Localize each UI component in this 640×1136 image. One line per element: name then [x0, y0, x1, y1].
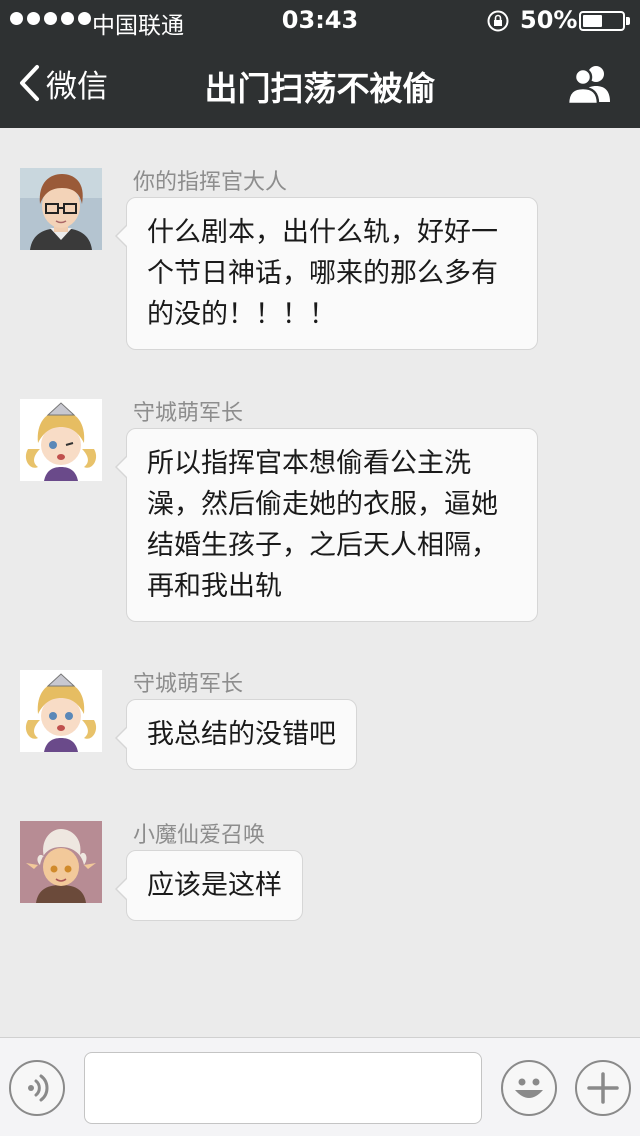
blonde-girl-avatar — [20, 399, 102, 481]
sender-name: 守城萌军长 — [133, 401, 244, 426]
emoji-icon — [515, 1078, 543, 1098]
plus-icon — [587, 1072, 619, 1104]
message-bubble[interactable]: 所以指挥官本想偷看公主洗澡，然后偷走她的衣服，逼她结婚生孩子，之后天人相隔，再和… — [115, 428, 538, 622]
commander-avatar — [20, 168, 102, 250]
message-bubble[interactable]: 什么剧本，出什么轨，好好一个节日神话，哪来的那么多有的没的！！！！ — [115, 197, 538, 350]
navigation-bar: 微信 出门扫荡不被偷 — [0, 40, 640, 128]
top-bar: 中国联通 03:43 50% 微信 出门扫荡不被偷 — [0, 0, 640, 128]
battery-icon — [579, 11, 630, 31]
emoji-button[interactable] — [501, 1060, 557, 1116]
avatar[interactable] — [20, 399, 102, 481]
sender-name: 守城萌军长 — [133, 672, 244, 697]
avatar[interactable] — [20, 821, 102, 903]
message-bubble[interactable]: 应该是这样 — [115, 850, 303, 921]
chat-title: 出门扫荡不被偷 — [204, 69, 436, 108]
avatar[interactable] — [20, 670, 102, 752]
voice-button[interactable] — [9, 1060, 65, 1116]
input-bar — [0, 1037, 640, 1136]
avatar[interactable] — [20, 168, 102, 250]
chat-members-icon[interactable] — [566, 62, 614, 106]
blonde-girl-avatar — [20, 670, 102, 752]
battery-percent: 50% — [520, 6, 578, 34]
sender-name: 你的指挥官大人 — [133, 170, 288, 195]
fairy-boy-avatar — [20, 821, 102, 903]
rotation-lock-icon — [487, 10, 509, 32]
message-bubble[interactable]: 我总结的没错吧 — [115, 699, 357, 770]
message-input[interactable] — [84, 1052, 482, 1124]
voice-icon — [28, 1074, 49, 1102]
status-bar: 中国联通 03:43 50% — [0, 0, 640, 40]
sender-name: 小魔仙爱召唤 — [133, 823, 266, 848]
more-button[interactable] — [575, 1060, 631, 1116]
